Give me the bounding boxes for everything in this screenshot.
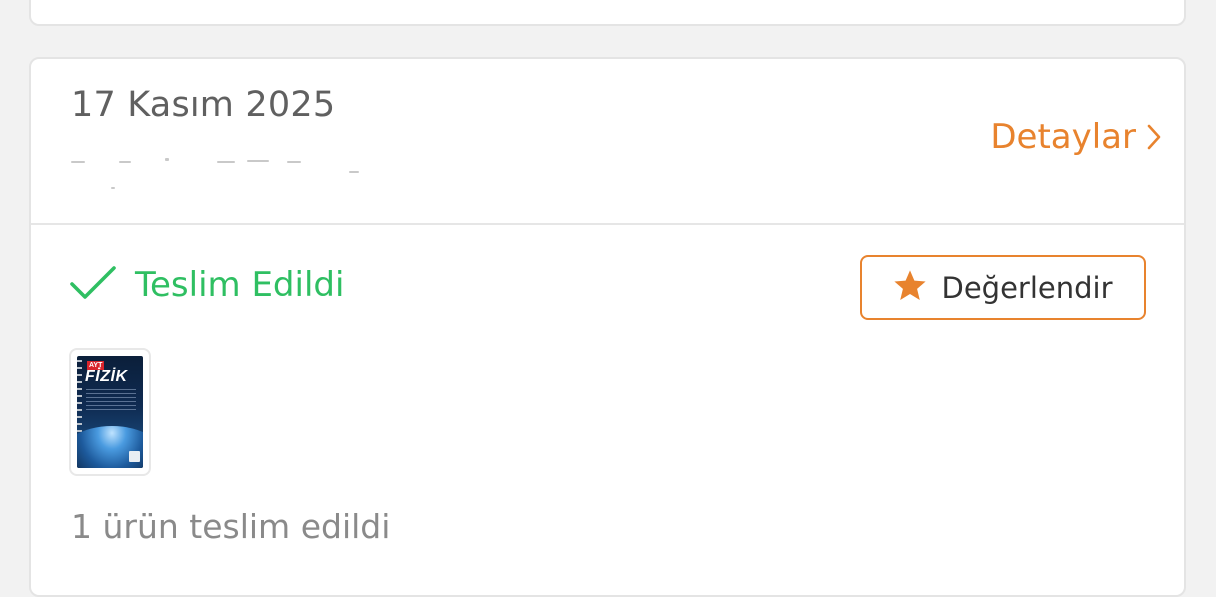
delivered-summary: 1 ürün teslim edildi bbox=[71, 507, 391, 546]
check-icon bbox=[69, 265, 117, 305]
book-cover-image: AYT FİZİK bbox=[77, 356, 143, 468]
status-label: Teslim Edildi bbox=[135, 265, 345, 305]
previous-order-card bbox=[29, 0, 1186, 26]
product-thumbnail[interactable]: AYT FİZİK bbox=[69, 348, 151, 476]
delivery-status: Teslim Edildi bbox=[69, 265, 344, 305]
order-date: 17 Kasım 2025 bbox=[71, 85, 336, 125]
rate-button[interactable]: Değerlendir bbox=[860, 255, 1146, 320]
book-cover-title: FİZİK bbox=[85, 368, 128, 385]
star-icon bbox=[893, 269, 927, 306]
rate-label: Değerlendir bbox=[941, 270, 1113, 305]
details-link[interactable]: Detaylar bbox=[990, 117, 1162, 157]
card-divider bbox=[31, 223, 1184, 225]
order-card: 17 Kasım 2025 Detaylar Teslim Edildi Değ… bbox=[29, 57, 1186, 597]
details-label: Detaylar bbox=[990, 117, 1136, 157]
chevron-right-icon bbox=[1146, 123, 1162, 151]
masked-order-info bbox=[71, 155, 371, 191]
